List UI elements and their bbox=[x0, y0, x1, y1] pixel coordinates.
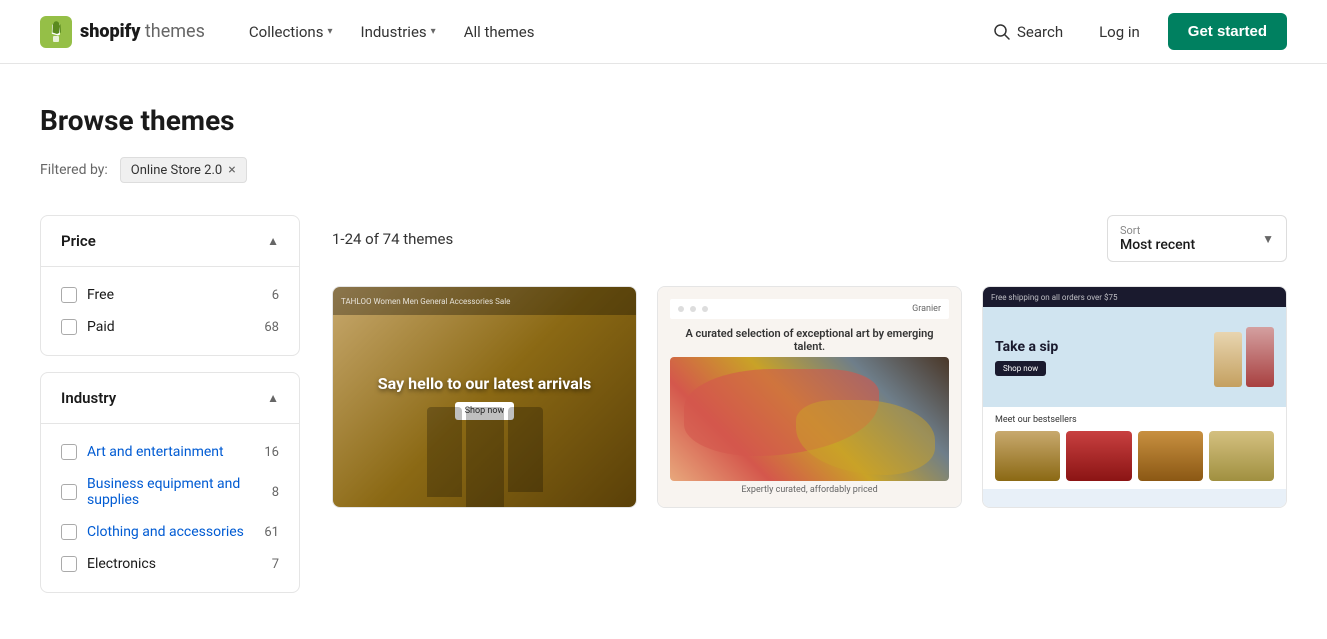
theme-preview-1: TAHLOO Women Men General Accessories Sal… bbox=[333, 287, 636, 507]
bottle-2 bbox=[1066, 431, 1131, 481]
theme3-section-title: Meet our bestsellers bbox=[995, 415, 1274, 425]
search-icon bbox=[993, 23, 1011, 41]
industry-clothing-checkbox[interactable] bbox=[61, 524, 77, 540]
sidebar: Price ▲ Free 6 Paid bbox=[40, 215, 300, 593]
bottle-1 bbox=[995, 431, 1060, 481]
main-content: Browse themes Filtered by: Online Store … bbox=[0, 64, 1327, 593]
nav-all-themes[interactable]: All themes bbox=[452, 15, 547, 49]
filter-label: Filtered by: bbox=[40, 162, 108, 178]
main-nav: Collections ▾ Industries ▾ All themes bbox=[237, 15, 985, 49]
price-filter-section: Price ▲ Free 6 Paid bbox=[40, 215, 300, 356]
bottle-3 bbox=[1138, 431, 1203, 481]
industries-chevron-icon: ▾ bbox=[431, 26, 436, 37]
theme-card-2[interactable]: Granier A curated selection of exception… bbox=[657, 286, 962, 508]
search-button[interactable]: Search bbox=[985, 15, 1071, 49]
theme1-hero-text: Say hello to our latest arrivals bbox=[378, 374, 591, 395]
theme1-figures bbox=[427, 407, 543, 507]
sort-dropdown[interactable]: Sort Most recent ▼ bbox=[1107, 215, 1287, 262]
themes-area: 1-24 of 74 themes Sort Most recent ▼ bbox=[332, 215, 1287, 593]
page-title: Browse themes bbox=[40, 104, 1287, 137]
theme-preview-3: Free shipping on all orders over $75 Tak… bbox=[983, 287, 1286, 507]
theme3-product-images bbox=[1214, 327, 1274, 387]
industry-filter-header[interactable]: Industry ▲ bbox=[41, 373, 299, 424]
login-button[interactable]: Log in bbox=[1087, 15, 1152, 49]
theme3-products-section: Meet our bestsellers bbox=[983, 407, 1286, 489]
sort-chevron-icon: ▼ bbox=[1262, 232, 1274, 246]
industry-chevron-icon: ▲ bbox=[267, 391, 279, 405]
themes-grid: TAHLOO Women Men General Accessories Sal… bbox=[332, 286, 1287, 508]
price-filter-header[interactable]: Price ▲ bbox=[41, 216, 299, 267]
theme-preview-2: Granier A curated selection of exception… bbox=[658, 287, 961, 507]
content-layout: Price ▲ Free 6 Paid bbox=[40, 215, 1287, 593]
industry-electronics-checkbox[interactable] bbox=[61, 556, 77, 572]
active-filter-tag[interactable]: Online Store 2.0 × bbox=[120, 157, 247, 183]
bottle-4 bbox=[1209, 431, 1274, 481]
industry-business-checkbox[interactable] bbox=[61, 484, 77, 500]
filter-row: Filtered by: Online Store 2.0 × bbox=[40, 157, 1287, 183]
theme1-nav-bar: TAHLOO Women Men General Accessories Sal… bbox=[333, 287, 636, 315]
nav-collections[interactable]: Collections ▾ bbox=[237, 15, 345, 49]
industry-clothing-item: Clothing and accessories 61 bbox=[57, 516, 283, 548]
header-actions: Search Log in Get started bbox=[985, 13, 1287, 50]
theme-card-1[interactable]: TAHLOO Women Men General Accessories Sal… bbox=[332, 286, 637, 508]
get-started-button[interactable]: Get started bbox=[1168, 13, 1287, 50]
theme3-cta: Shop now bbox=[995, 361, 1046, 376]
theme2-art bbox=[670, 357, 949, 481]
price-chevron-icon: ▲ bbox=[267, 234, 279, 248]
price-paid-item: Paid 68 bbox=[57, 311, 283, 343]
site-header: shopify themes Collections ▾ Industries … bbox=[0, 0, 1327, 64]
nav-industries[interactable]: Industries ▾ bbox=[348, 15, 447, 49]
industry-electronics-item: Electronics 7 bbox=[57, 548, 283, 580]
industry-filter-items: Art and entertainment 16 Business equipm… bbox=[41, 424, 299, 592]
theme2-nav: Granier bbox=[670, 299, 949, 319]
theme3-hero: Take a sip Shop now bbox=[983, 307, 1286, 407]
shopify-bag-icon bbox=[40, 16, 72, 48]
theme3-hero-text: Take a sip bbox=[995, 339, 1058, 355]
price-free-checkbox[interactable] bbox=[61, 287, 77, 303]
industry-art-checkbox[interactable] bbox=[61, 444, 77, 460]
theme2-caption: Expertly curated, affordably priced bbox=[670, 485, 949, 495]
industry-art-item: Art and entertainment 16 bbox=[57, 436, 283, 468]
theme-card-3[interactable]: Free shipping on all orders over $75 Tak… bbox=[982, 286, 1287, 508]
industry-filter-section: Industry ▲ Art and entertainment 16 bbox=[40, 372, 300, 593]
price-free-item: Free 6 bbox=[57, 279, 283, 311]
industry-business-item: Business equipment and supplies 8 bbox=[57, 468, 283, 516]
price-paid-checkbox[interactable] bbox=[61, 319, 77, 335]
themes-header: 1-24 of 74 themes Sort Most recent ▼ bbox=[332, 215, 1287, 262]
theme3-bottles bbox=[995, 431, 1274, 481]
theme2-brand: Granier bbox=[912, 304, 941, 314]
logo-text: shopify themes bbox=[80, 21, 205, 42]
remove-filter-icon[interactable]: × bbox=[228, 162, 235, 178]
theme2-title: A curated selection of exceptional art b… bbox=[670, 327, 949, 353]
themes-count: 1-24 of 74 themes bbox=[332, 230, 453, 248]
theme3-top-bar: Free shipping on all orders over $75 bbox=[983, 287, 1286, 307]
collections-chevron-icon: ▾ bbox=[327, 26, 332, 37]
price-filter-items: Free 6 Paid 68 bbox=[41, 267, 299, 355]
art-blob-2 bbox=[796, 400, 936, 474]
logo[interactable]: shopify themes bbox=[40, 16, 205, 48]
